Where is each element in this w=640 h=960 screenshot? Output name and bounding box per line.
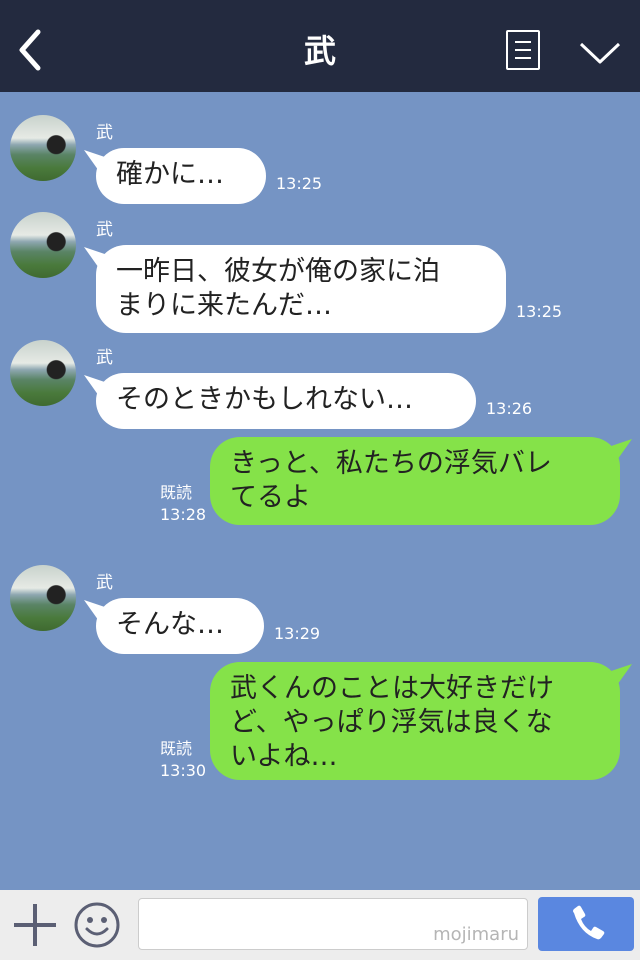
incoming-message[interactable]: そんな… <box>96 598 264 654</box>
chat-title: 武 <box>303 32 336 70</box>
incoming-message[interactable]: そのときかもしれない… <box>96 373 476 429</box>
sender-name: 武 <box>96 123 113 143</box>
input-bar: mojimaru <box>0 890 640 960</box>
message-time: 13:28 <box>160 505 207 524</box>
sender-name: 武 <box>96 573 113 593</box>
read-status: 既読 <box>160 739 193 758</box>
read-status: 既読 <box>160 483 193 502</box>
message-input[interactable]: mojimaru <box>138 898 528 950</box>
chevron-down-icon[interactable] <box>578 40 622 66</box>
message-meta: 既読 13:30 <box>160 738 206 782</box>
sender-name: 武 <box>96 220 113 240</box>
outgoing-message[interactable]: きっと、私たちの浮気バレ てるよ <box>210 437 620 525</box>
chat-screen: 武 武 確かに… 13:25 武 一昨日、彼女が俺の家に泊 まりに来たんだ… 1… <box>0 0 640 960</box>
plus-icon[interactable] <box>14 904 56 946</box>
message-time: 13:25 <box>516 302 563 321</box>
outgoing-message[interactable]: 武くんのことは大好きだけ ど、やっぱり浮気は良くな いよね… <box>210 662 620 780</box>
avatar[interactable] <box>10 115 76 181</box>
incoming-message[interactable]: 一昨日、彼女が俺の家に泊 まりに来たんだ… <box>96 245 506 333</box>
watermark-text: mojimaru <box>433 924 519 945</box>
call-button[interactable] <box>538 897 634 951</box>
phone-icon <box>573 905 605 940</box>
avatar[interactable] <box>10 565 76 631</box>
list-icon[interactable] <box>506 30 540 70</box>
message-time: 13:29 <box>274 624 321 643</box>
message-time: 13:30 <box>160 761 207 780</box>
message-time: 13:26 <box>486 399 533 418</box>
smiley-icon[interactable] <box>74 902 120 948</box>
avatar[interactable] <box>10 340 76 406</box>
avatar[interactable] <box>10 212 76 278</box>
incoming-message[interactable]: 確かに… <box>96 148 266 204</box>
message-time: 13:25 <box>276 174 323 193</box>
message-meta: 既読 13:28 <box>160 482 206 526</box>
chat-header: 武 <box>0 0 640 92</box>
sender-name: 武 <box>96 348 113 368</box>
